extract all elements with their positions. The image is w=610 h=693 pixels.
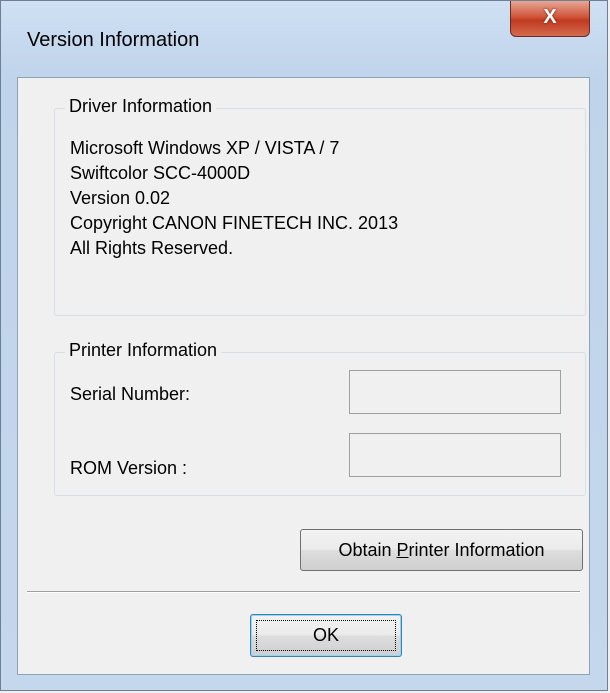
printer-information-legend: Printer Information	[65, 340, 222, 361]
ok-button-label: OK	[312, 625, 339, 645]
driver-information-legend: Driver Information	[65, 96, 217, 117]
obtain-label-accelerator: P	[396, 540, 409, 560]
ok-button[interactable]: OK	[250, 614, 402, 657]
obtain-label-suffix: rinter Information	[408, 540, 545, 560]
dialog-title: Version Information	[27, 29, 200, 51]
driver-version-text: Version 0.02	[70, 188, 171, 208]
driver-rights-text: All Rights Reserved.	[70, 238, 234, 258]
serial-number-label: Serial Number:	[70, 384, 191, 404]
obtain-printer-information-label: Obtain Printer Information	[338, 540, 544, 560]
version-information-dialog: Version Information X Driver Information…	[0, 0, 608, 691]
close-button[interactable]: X	[510, 1, 590, 37]
dialog-client-area: Driver Information Microsoft Windows XP …	[17, 77, 590, 675]
obtain-label-prefix: Obtain	[338, 540, 397, 560]
title-bar[interactable]: Version Information X	[1, 1, 607, 77]
driver-os-text: Microsoft Windows XP / VISTA / 7	[70, 138, 340, 158]
obtain-printer-information-button[interactable]: Obtain Printer Information	[300, 529, 583, 571]
serial-number-field[interactable]	[349, 370, 561, 414]
separator-line	[27, 591, 580, 593]
close-icon: X	[543, 6, 557, 28]
driver-copyright-text: Copyright CANON FINETECH INC. 2013	[70, 213, 399, 233]
driver-model-text: Swiftcolor SCC-4000D	[70, 163, 251, 183]
rom-version-label: ROM Version :	[70, 458, 188, 478]
rom-version-field[interactable]	[349, 433, 561, 477]
